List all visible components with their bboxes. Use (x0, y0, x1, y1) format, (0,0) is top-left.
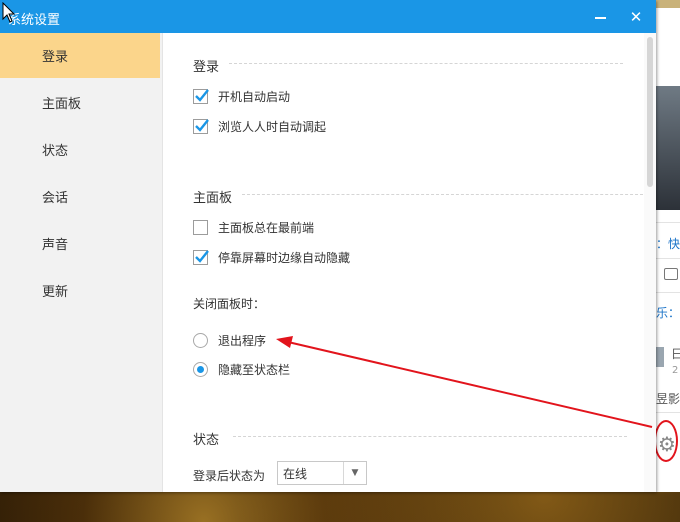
radio-button[interactable] (193, 362, 208, 377)
close-panel-label: 关闭面板时： (193, 297, 266, 311)
sidebar-item-label: 更新 (42, 285, 69, 300)
checkbox[interactable] (193, 250, 209, 265)
scroll-thumb[interactable] (647, 37, 653, 187)
option-hide-to-tray[interactable]: 隐藏至状态栏 (193, 361, 290, 378)
background-app-link[interactable]: 乐： (656, 304, 680, 321)
check-icon (195, 119, 209, 132)
background-app-divider (656, 222, 680, 223)
radio-button[interactable] (193, 333, 208, 348)
option-label: 浏览人人时自动调起 (218, 120, 327, 134)
background-app-divider (656, 292, 680, 293)
sidebar-item-label: 主面板 (42, 97, 82, 112)
background-app-photo (656, 86, 680, 210)
section-title-main-panel: 主面板 (193, 191, 233, 206)
settings-sidebar: 登录 主面板 状态 会话 声音 更新 (0, 33, 163, 492)
background-app-divider (656, 412, 680, 413)
close-button[interactable]: ✕ (621, 0, 651, 33)
chat-icon (664, 268, 678, 280)
minimize-icon (594, 16, 606, 19)
option-label: 停靠屏幕时边缘自动隐藏 (218, 251, 351, 265)
checkbox[interactable] (193, 89, 209, 104)
option-exit-program[interactable]: 退出程序 (193, 332, 266, 349)
content-scrollbar[interactable] (644, 33, 656, 492)
title-bar[interactable]: 系统设置 ✕ (0, 0, 656, 33)
background-app-text: 2 (672, 365, 679, 376)
section-divider (229, 63, 623, 64)
option-label: 主面板总在最前端 (218, 221, 315, 235)
option-always-on-top[interactable]: 主面板总在最前端 (193, 219, 314, 236)
sidebar-item-main-panel[interactable]: 主面板 (0, 80, 160, 125)
select-value: 在线 (283, 466, 308, 481)
option-auto-launch-on-browse[interactable]: 浏览人人时自动调起 (193, 118, 326, 135)
sidebar-item-sound[interactable]: 声音 (0, 221, 160, 266)
sidebar-item-label: 声音 (42, 238, 69, 253)
minimize-button[interactable] (585, 0, 615, 33)
background-app-header (656, 0, 680, 8)
section-title-status: 状态 (193, 433, 220, 448)
background-app-link[interactable]: ：快 (656, 235, 680, 252)
option-auto-start[interactable]: 开机自动启动 (193, 88, 290, 105)
sidebar-item-login[interactable]: 登录 (0, 33, 160, 78)
background-app-panel: ：快 乐： 日 2 昱影 (656, 0, 680, 492)
option-label: 隐藏至状态栏 (218, 363, 291, 377)
mouse-cursor-icon (2, 2, 16, 23)
section-title-login: 登录 (193, 60, 220, 75)
check-icon (195, 89, 209, 102)
background-app-divider (656, 258, 680, 259)
close-icon: ✕ (629, 7, 643, 26)
checkbox[interactable] (193, 220, 208, 235)
sidebar-item-status[interactable]: 状态 (0, 127, 160, 172)
sidebar-item-label: 会话 (42, 191, 69, 206)
status-after-login-label: 登录后状态为 (193, 469, 266, 483)
background-app-text: 昱影 (656, 392, 680, 406)
avatar (656, 347, 664, 367)
option-auto-hide-edge[interactable]: 停靠屏幕时边缘自动隐藏 (193, 249, 350, 266)
chevron-down-icon: ▼ (343, 462, 366, 484)
status-after-login-select[interactable]: 在线 ▼ (277, 461, 367, 485)
sidebar-item-update[interactable]: 更新 (0, 268, 160, 313)
checkbox[interactable] (193, 119, 209, 134)
sidebar-item-label: 状态 (42, 144, 69, 159)
settings-dialog: 系统设置 ✕ 登录 主面板 状态 会话 声音 更新 登录 开机自动启动 浏览人人… (0, 0, 656, 492)
section-divider (242, 194, 643, 195)
check-icon (195, 250, 209, 263)
settings-content: 登录 开机自动启动 浏览人人时自动调起 主面板 主面板总在最前端 停靠屏幕时边缘… (163, 33, 643, 492)
sidebar-item-label: 登录 (42, 50, 69, 65)
option-label: 退出程序 (218, 334, 267, 348)
option-label: 开机自动启动 (218, 90, 291, 104)
background-app-text: 日 (671, 347, 680, 361)
section-divider (233, 436, 627, 437)
sidebar-item-session[interactable]: 会话 (0, 174, 160, 219)
annotation-circle (654, 420, 678, 462)
